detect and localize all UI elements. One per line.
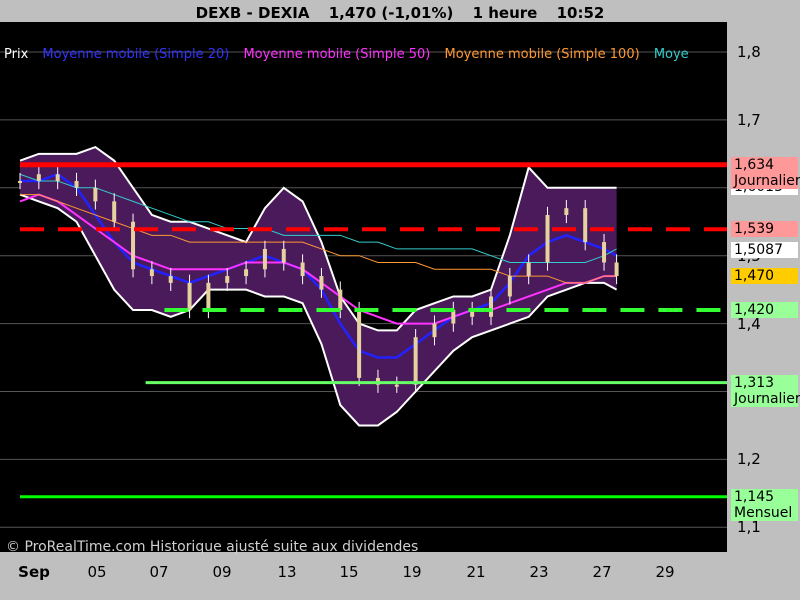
price-candle xyxy=(602,242,607,263)
price-tag-value: 1,470 xyxy=(734,268,775,285)
price-tag-value: 1,5087 xyxy=(734,241,783,258)
price-candle xyxy=(225,276,230,283)
price-change: 1,470 (-1,01%) xyxy=(328,4,454,22)
price-tag-value: 1,145 xyxy=(734,488,775,505)
y-tick-label: 1,8 xyxy=(737,43,761,61)
x-tick-label: 19 xyxy=(402,563,422,581)
price-tag: 1,539 xyxy=(731,221,798,238)
x-tick-label: 15 xyxy=(339,563,359,581)
price-candle xyxy=(244,269,249,277)
x-tick-label: 09 xyxy=(212,563,232,581)
price-tag: 1,313 Journalier xyxy=(731,374,800,407)
price-candle xyxy=(300,262,305,277)
chart-canvas xyxy=(0,51,727,528)
price-candle xyxy=(281,248,286,263)
x-axis: Sep 05 07 09 13 15 19 21 23 27 29 xyxy=(0,556,727,600)
price-tag-value: 1,634 xyxy=(734,156,775,173)
price-candle xyxy=(168,276,173,283)
price-candle xyxy=(338,289,343,311)
legend-ma200: Moye xyxy=(653,47,689,62)
plot-area[interactable]: Prix Moyenne mobile (Simple 20) Moyenne … xyxy=(0,22,727,552)
price-candle xyxy=(614,262,619,277)
price-tag: 1,470 xyxy=(731,268,798,285)
price-candle xyxy=(149,269,154,277)
price-tag: 1,634 Journalier xyxy=(731,156,800,189)
x-tick-label: 21 xyxy=(466,563,486,581)
x-tick-label: 23 xyxy=(529,563,549,581)
legend: Prix Moyenne mobile (Simple 20) Moyenne … xyxy=(4,46,699,64)
price-tag-period: Mensuel xyxy=(734,504,793,521)
price-candle xyxy=(187,282,192,311)
price-candle xyxy=(55,174,60,182)
price-tag-period: Journalier xyxy=(734,172,800,189)
price-candle xyxy=(545,214,550,263)
price-candle xyxy=(564,208,569,215)
time-label: 10:52 xyxy=(556,4,605,22)
price-candle xyxy=(507,276,512,297)
y-tick-label: 1,7 xyxy=(737,110,761,129)
price-candle xyxy=(262,248,267,270)
x-tick-label: 07 xyxy=(149,563,169,581)
price-tag-value: 1,539 xyxy=(734,221,775,238)
legend-price: Prix xyxy=(4,47,29,62)
copyright-notice: © ProRealTime.com Historique ajusté suit… xyxy=(6,539,419,555)
price-candle xyxy=(583,208,588,243)
price-candle xyxy=(319,276,324,290)
x-tick-label: 27 xyxy=(592,563,612,581)
price-candle xyxy=(394,384,399,387)
price-candle xyxy=(93,187,98,202)
price-tag: 1,420 xyxy=(731,302,798,319)
price-candle xyxy=(432,323,437,338)
price-tag-period: Journalier xyxy=(734,390,800,407)
price-tag: 1,145 Mensuel xyxy=(731,488,798,521)
price-candle xyxy=(112,201,117,222)
price-candle xyxy=(36,174,41,182)
interval-label: 1 heure xyxy=(472,4,538,22)
symbol-name: DEXB - DEXIA xyxy=(195,4,310,22)
legend-ma100: Moyenne mobile (Simple 100) xyxy=(444,47,640,62)
x-tick-label: 05 xyxy=(87,563,107,581)
price-candle xyxy=(451,310,456,324)
legend-ma20: Moyenne mobile (Simple 20) xyxy=(42,47,230,62)
price-candle xyxy=(489,296,493,317)
price-tag-value: 1,420 xyxy=(734,302,775,319)
price-candle xyxy=(206,282,211,311)
x-tick-label: Sep xyxy=(18,563,50,581)
legend-ma50: Moyenne mobile (Simple 50) xyxy=(243,47,431,62)
price-candle xyxy=(74,181,79,188)
y-tick-label: 1,1 xyxy=(737,518,761,537)
price-tag: 1,5087 xyxy=(731,241,798,258)
price-candle xyxy=(357,310,362,378)
x-tick-label: 13 xyxy=(277,563,297,581)
price-candle xyxy=(413,337,418,385)
y-tick-label: 1,2 xyxy=(737,450,761,469)
price-tag-value: 1,313 xyxy=(734,374,775,391)
x-tick-label: 29 xyxy=(655,563,675,581)
price-candle xyxy=(526,262,531,277)
price-candle xyxy=(18,181,22,184)
